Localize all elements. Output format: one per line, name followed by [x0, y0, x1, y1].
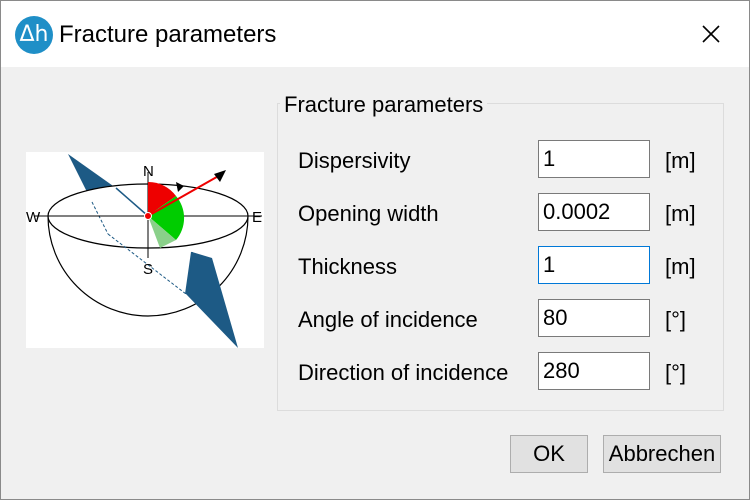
opening-width-input[interactable]	[538, 193, 650, 231]
close-icon	[702, 25, 720, 43]
dispersivity-label: Dispersivity	[298, 148, 411, 173]
angle-of-incidence-input[interactable]	[538, 299, 650, 337]
direction-of-incidence-input[interactable]	[538, 352, 650, 390]
angle-of-incidence-label: Angle of incidence	[298, 307, 478, 332]
thickness-input[interactable]	[538, 246, 650, 284]
close-button[interactable]	[691, 15, 731, 53]
compass-north-label: N	[143, 163, 154, 180]
ok-button[interactable]: OK	[510, 435, 588, 473]
direction-of-incidence-label: Direction of incidence	[298, 360, 509, 385]
window-title: Fracture parameters	[59, 21, 277, 48]
direction-of-incidence-unit: [°]	[665, 360, 687, 385]
title-bar: Δh Fracture parameters	[1, 1, 749, 67]
thickness-label: Thickness	[298, 254, 398, 279]
compass-west-label: W	[26, 209, 41, 226]
angle-of-incidence-unit: [°]	[665, 307, 687, 332]
group-title: Fracture parameters	[280, 92, 488, 118]
dispersivity-input[interactable]	[538, 140, 650, 178]
thickness-unit: [m]	[665, 254, 696, 279]
fracture-orientation-figure: N S E W	[26, 152, 264, 348]
opening-width-unit: [m]	[665, 201, 696, 226]
dispersivity-unit: [m]	[665, 148, 696, 173]
opening-width-label: Opening width	[298, 201, 439, 226]
compass-south-label: S	[143, 261, 153, 278]
app-icon: Δh	[15, 16, 53, 54]
cancel-button[interactable]: Abbrechen	[603, 435, 721, 473]
compass-east-label: E	[252, 209, 262, 226]
